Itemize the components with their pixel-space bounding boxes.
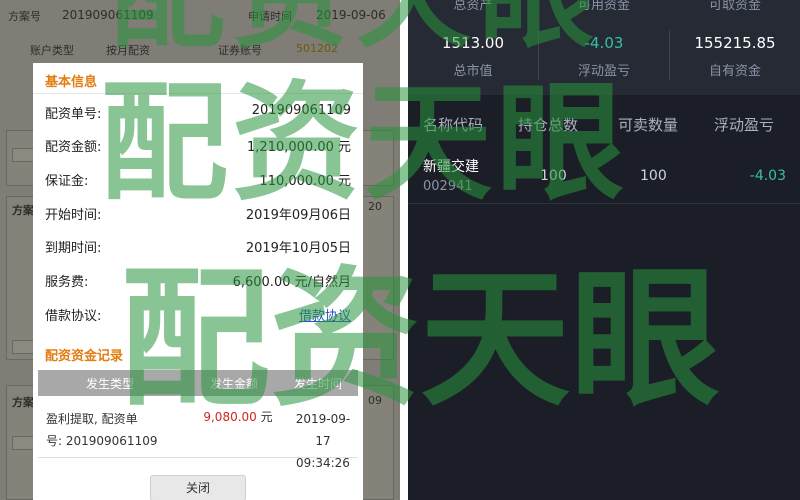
col-header: 发生类型 — [86, 377, 135, 391]
bg-account-type-label: 账户类型 — [30, 44, 74, 57]
records-title: 配资资金记录 — [45, 349, 124, 364]
info-value: 110,000.00 元 — [259, 174, 351, 189]
bg-account-type-value: 按月配资 — [106, 44, 150, 57]
separator — [538, 30, 539, 80]
info-row-end-time: 到期时间: 2019年10月05日 — [45, 237, 351, 259]
info-row-agreement: 借款协议: 借款协议 — [45, 305, 351, 327]
info-value: 2019年10月05日 — [245, 241, 351, 256]
record-type-line: 盈利提取, 配资单 — [46, 412, 138, 426]
record-amount: 9,080.00 元 — [188, 408, 288, 425]
record-date: 2019-09-17 — [295, 412, 351, 448]
info-label: 到期时间: — [45, 241, 102, 256]
bg-checkbox — [12, 436, 34, 450]
col-header: 发生金额 — [210, 377, 259, 391]
col-header: 可卖数量 — [618, 116, 679, 134]
record-clock: 09:34:26 — [296, 456, 350, 470]
bg-securities-acct-value: 501202 — [296, 42, 338, 55]
separator — [669, 30, 670, 80]
info-value: 2019年09月06日 — [245, 208, 351, 223]
info-label: 借款协议: — [45, 309, 102, 324]
record-time: 2019-09-17 09:34:26 — [290, 408, 356, 474]
acct-value: -4.03 — [584, 34, 624, 52]
info-row-service-fee: 服务费: 6,600.00 元/自然月 — [45, 271, 351, 293]
acct-value: 1513.00 — [441, 34, 505, 52]
info-value: 201909061109 — [251, 103, 351, 118]
acct-total-assets-label-cell: 总资产 — [408, 0, 538, 13]
acct-label: 总资产 — [453, 0, 493, 13]
acct-label: 总市值 — [453, 64, 493, 79]
col-header: 发生时间 — [294, 377, 343, 391]
bg-side-number: 09 — [368, 394, 382, 407]
records-table-header: 发生类型 发生金额 发生时间 — [38, 370, 358, 396]
bg-plan-label: 方案 — [12, 204, 34, 217]
info-label: 服务费: — [45, 275, 89, 290]
info-row-start-time: 开始时间: 2019年09月06日 — [45, 204, 351, 226]
col-header: 持仓总数 — [518, 116, 579, 134]
close-button[interactable]: 关闭 — [150, 475, 246, 500]
bg-checkbox — [12, 148, 34, 162]
acct-label: 可用资金 — [577, 0, 630, 13]
info-row-amount: 配资金额: 1,210,000.00 元 — [45, 136, 351, 158]
holding-total: 100 — [540, 168, 567, 184]
bg-checkbox — [12, 340, 34, 354]
acct-value: 155215.85 — [694, 34, 776, 52]
record-type: 盈利提取, 配资单 号: 201909061109 — [46, 408, 184, 452]
acct-withdrawable-label-cell: 可取资金 — [670, 0, 800, 13]
left-panel: 方案号 201909061109 申请时间 2019-09-06 账户类型 按月… — [0, 0, 400, 500]
acct-own-funds: 155215.85 自有资金 — [670, 34, 800, 79]
record-amount-unit: 元 — [260, 410, 273, 424]
acct-floating-pnl: -4.03 浮动盈亏 — [539, 34, 669, 79]
account-summary: 总资产 可用资金 可取资金 1513.00 总市值 -4.03 浮动盈亏 155… — [408, 0, 800, 95]
panel-divider — [400, 0, 408, 500]
info-value: 6,600.00 元/自然月 — [232, 275, 351, 290]
info-label: 开始时间: — [45, 208, 102, 223]
bg-plan-label: 方案 — [12, 396, 34, 409]
stock-name: 新疆交建 — [423, 159, 479, 175]
stock-code: 002941 — [423, 179, 473, 194]
col-header: 名称代码 — [423, 116, 484, 134]
bg-side-number: 20 — [368, 200, 382, 213]
acct-available-label-cell: 可用资金 — [539, 0, 669, 13]
detail-modal: 基本信息 配资单号: 201909061109 配资金额: 1,210,000.… — [33, 63, 363, 500]
positions-header: 名称代码 持仓总数 可卖数量 浮动盈亏 — [408, 105, 800, 141]
info-label: 配资金额: — [45, 140, 102, 155]
sellable-qty: 100 — [640, 168, 667, 184]
bg-apply-time-label: 申请时间 — [248, 10, 292, 23]
acct-label: 自有资金 — [708, 64, 761, 79]
info-value: 1,210,000.00 元 — [247, 140, 351, 155]
acct-market-value: 1513.00 总市值 — [408, 34, 538, 79]
table-row[interactable]: 新疆交建 002941 100 100 -4.03 — [408, 148, 800, 204]
record-type-line: 号: 201909061109 — [46, 434, 158, 448]
info-label: 配资单号: — [45, 107, 102, 122]
agreement-link[interactable]: 借款协议 — [299, 305, 351, 324]
right-panel: 总资产 可用资金 可取资金 1513.00 总市值 -4.03 浮动盈亏 155… — [408, 0, 800, 500]
info-row-deposit: 保证金: 110,000.00 元 — [45, 170, 351, 192]
info-label: 保证金: — [45, 174, 89, 189]
divider — [33, 93, 363, 94]
info-row-order-no: 配资单号: 201909061109 — [45, 103, 351, 125]
record-amount-value: 9,080.00 — [203, 410, 257, 424]
bg-securities-acct-label: 证券账号 — [218, 44, 262, 57]
acct-label: 可取资金 — [708, 0, 761, 13]
bg-plan-no-label: 方案号 — [8, 10, 41, 23]
table-row: 盈利提取, 配资单 号: 201909061109 9,080.00 元 201… — [38, 396, 358, 470]
basic-info-title: 基本信息 — [45, 75, 98, 90]
floating-pnl: -4.03 — [749, 168, 786, 184]
bg-plan-no-value: 201909061109 — [62, 8, 154, 22]
acct-label: 浮动盈亏 — [577, 64, 630, 79]
col-header: 浮动盈亏 — [714, 116, 775, 134]
bg-apply-time-value: 2019-09-06 — [316, 8, 386, 22]
